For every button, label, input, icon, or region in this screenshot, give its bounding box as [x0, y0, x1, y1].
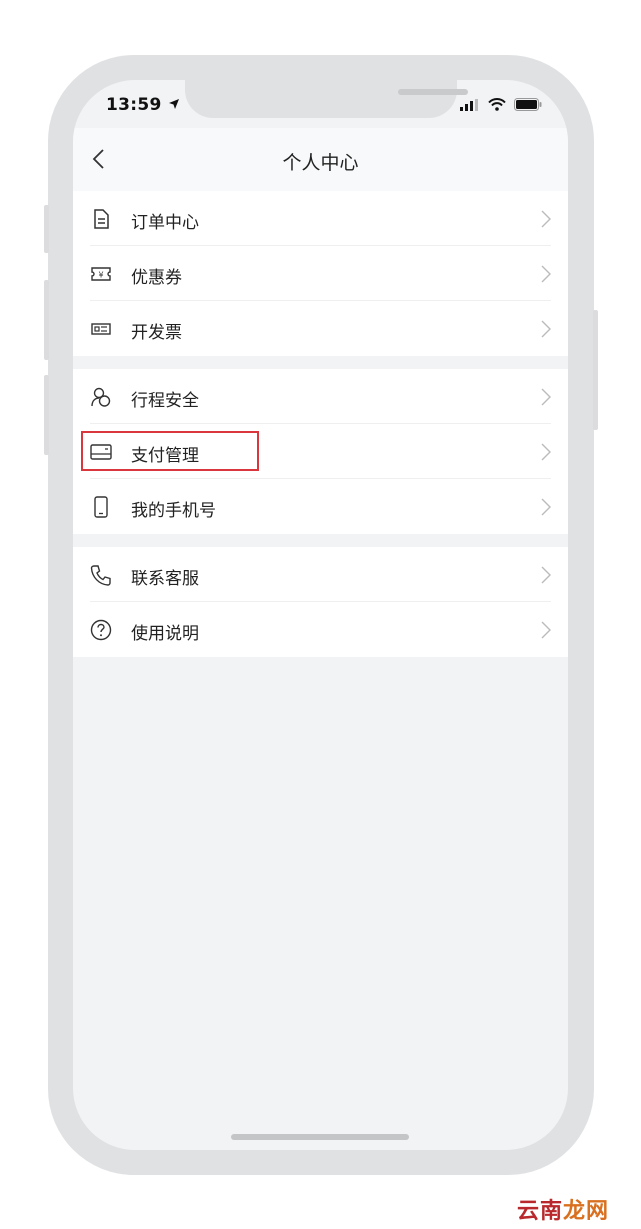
card-icon — [90, 444, 112, 460]
menu-item-label: 支付管理 — [131, 446, 199, 466]
coupon-icon: ¥ — [91, 267, 111, 281]
chevron-right-icon — [541, 498, 551, 516]
phone-icon — [94, 496, 108, 518]
menu-item-label: 开发票 — [131, 323, 182, 343]
page-title: 个人中心 — [282, 152, 359, 174]
chevron-right-icon — [541, 443, 551, 461]
menu-item-phone-number[interactable]: 我的手机号 — [73, 479, 568, 534]
status-time: 13:59 — [106, 95, 180, 115]
menu-item-customer-service[interactable]: 联系客服 — [73, 547, 568, 602]
menu-item-trip-safety[interactable]: 行程安全 — [73, 369, 568, 424]
menu-item-label: 我的手机号 — [131, 501, 216, 521]
menu-item-payment[interactable]: 支付管理 — [73, 424, 568, 479]
menu-item-invoice[interactable]: 开发票 — [73, 301, 568, 356]
side-button-volume-down — [44, 375, 49, 455]
home-indicator — [231, 1134, 409, 1140]
menu-item-label: 订单中心 — [131, 213, 199, 233]
help-icon — [90, 619, 112, 641]
phone-call-icon — [90, 565, 111, 586]
chevron-right-icon — [541, 265, 551, 283]
location-arrow-icon — [168, 99, 179, 109]
svg-text:¥: ¥ — [98, 271, 103, 280]
chevron-right-icon — [541, 566, 551, 584]
status-icons — [460, 98, 542, 111]
invoice-icon — [91, 323, 111, 335]
speaker — [398, 89, 468, 95]
side-button-volume-up — [44, 280, 49, 360]
shield-people-icon — [91, 387, 111, 407]
chevron-right-icon — [541, 388, 551, 406]
chevron-right-icon — [541, 320, 551, 338]
chevron-right-icon — [541, 621, 551, 639]
menu-item-label: 使用说明 — [131, 624, 199, 644]
nav-bar: 个人中心 — [73, 128, 568, 191]
status-time-text: 13:59 — [106, 95, 162, 115]
side-button-power — [593, 310, 598, 430]
menu-item-instructions[interactable]: 使用说明 — [73, 602, 568, 657]
chevron-right-icon — [541, 210, 551, 228]
watermark-part2: 龙网 — [562, 1199, 609, 1224]
menu-group-account: 行程安全 支付管理 我的手机号 — [73, 369, 568, 534]
menu-group-orders: 订单中心 ¥ 优惠券 开发票 — [73, 191, 568, 356]
menu-group-support: 联系客服 使用说明 — [73, 547, 568, 657]
watermark: 云南龙网 — [517, 1193, 609, 1225]
document-icon — [94, 209, 109, 229]
battery-icon — [514, 98, 542, 111]
menu-item-label: 优惠券 — [131, 268, 182, 288]
side-button-mute — [44, 205, 49, 253]
menu-item-coupons[interactable]: ¥ 优惠券 — [73, 246, 568, 301]
notch — [185, 80, 468, 118]
watermark-part1: 云南 — [516, 1199, 563, 1224]
menu-item-label: 联系客服 — [131, 569, 199, 589]
menu-item-label: 行程安全 — [131, 391, 199, 411]
phone-screen: 13:59 个人中心 订单中心 ¥ 优惠券 开发票 行程安全 支付管理 我的手机… — [73, 80, 568, 1150]
menu-item-orders[interactable]: 订单中心 — [73, 191, 568, 246]
wifi-icon — [488, 98, 506, 111]
signal-icon — [460, 98, 478, 111]
